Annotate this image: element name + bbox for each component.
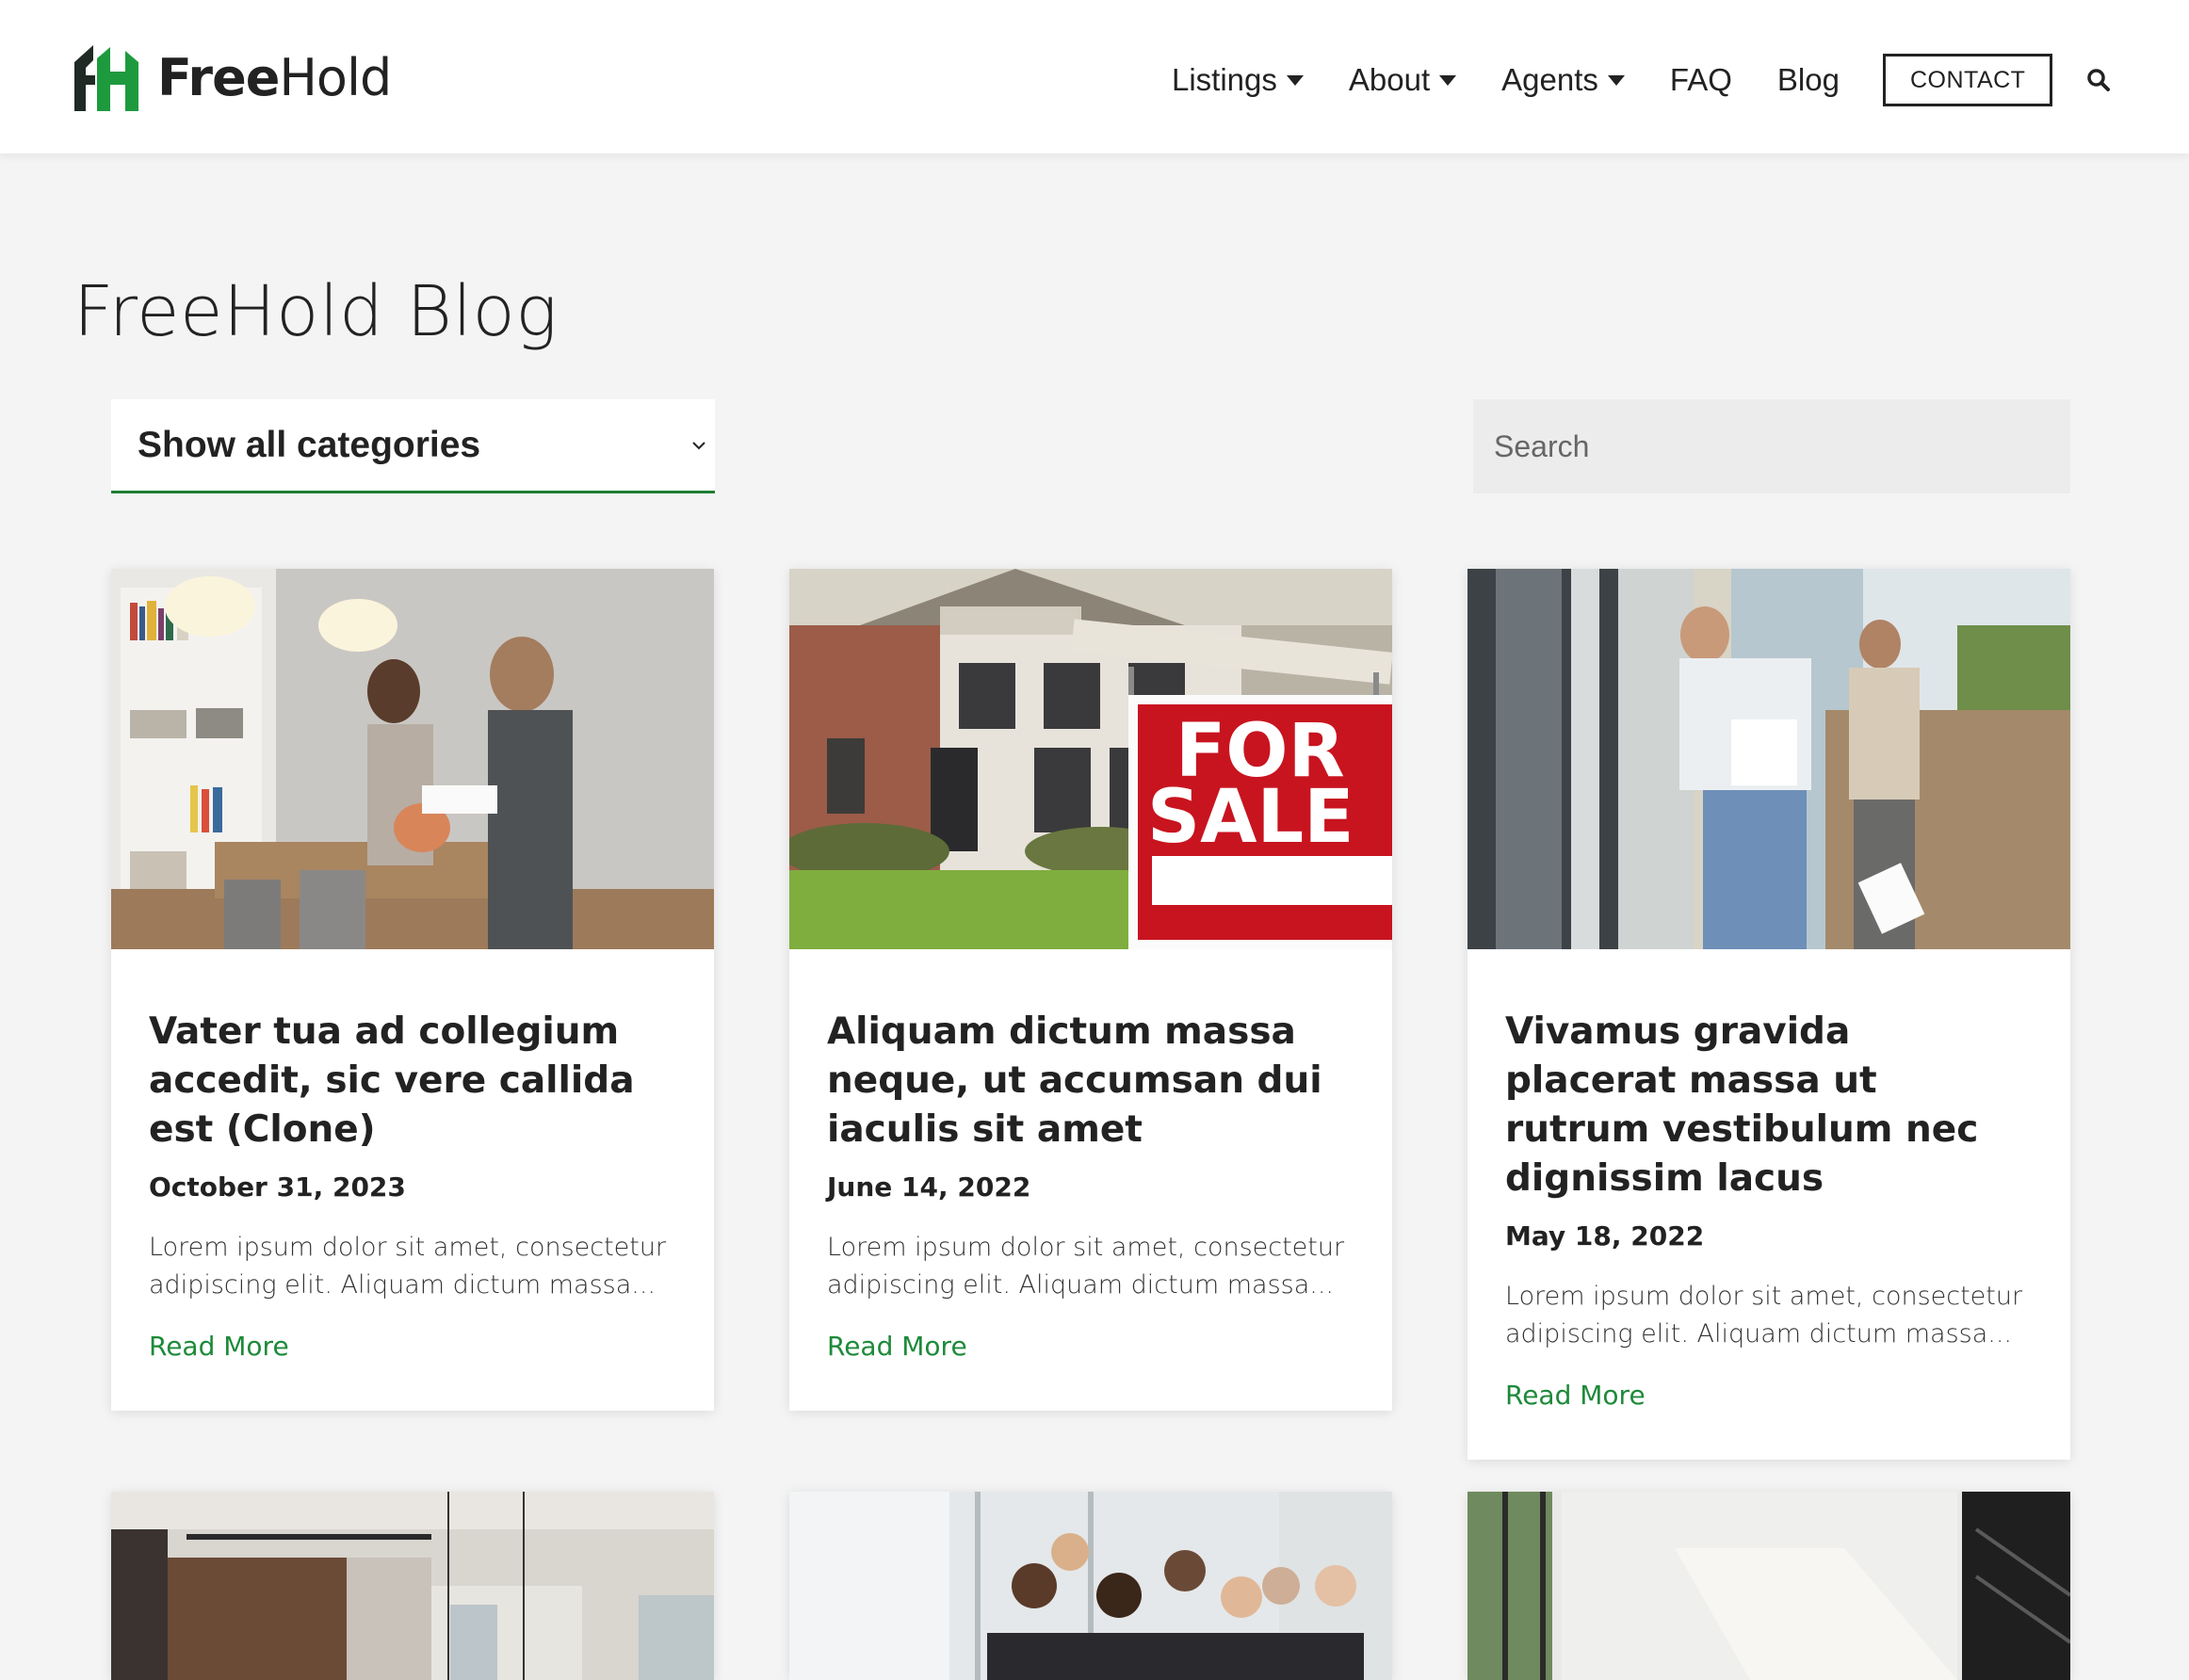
logo[interactable]: FreeHold	[73, 40, 392, 115]
post-date: October 31, 2023	[149, 1171, 406, 1203]
post-excerpt: Lorem ipsum dolor sit amet, consectetur …	[1505, 1282, 2023, 1349]
header-search-button[interactable]	[2084, 66, 2113, 94]
read-more-link[interactable]: Read More	[149, 1331, 289, 1362]
post-date: May 18, 2022	[1505, 1220, 1705, 1252]
read-more-link[interactable]: Read More	[1505, 1380, 1646, 1411]
nav-item-label: About	[1348, 62, 1431, 97]
team-group-image	[789, 1492, 1392, 1680]
card-body: Vater tua ad collegium accedit, sic vere…	[111, 949, 714, 1411]
blog-card: FOR SALE Aliquam dictum massa neque, ut …	[789, 569, 1392, 1411]
agent-with-client-photo[interactable]	[111, 569, 714, 949]
modern-dining-room-image	[111, 1492, 714, 1680]
nav-item-about[interactable]: About	[1348, 62, 1457, 98]
search-icon	[2087, 69, 2111, 91]
modern-dining-room-photo[interactable]	[111, 1492, 714, 1680]
caret-down-icon	[1607, 74, 1625, 86]
blog-card	[111, 1492, 714, 1680]
post-title[interactable]: Vater tua ad collegium accedit, sic vere…	[149, 1008, 676, 1155]
contact-button[interactable]: CONTACT	[1882, 54, 2053, 106]
post-title[interactable]: Aliquam dictum massa neque, ut accumsan …	[827, 1008, 1354, 1155]
agent-with-client-image	[111, 569, 714, 949]
blog-card	[789, 1492, 1392, 1680]
post-title[interactable]: Vivamus gravida placerat massa ut rutrum…	[1505, 1008, 2033, 1203]
team-group-photo[interactable]	[789, 1492, 1392, 1680]
for-sale-sign-image: FOR SALE	[789, 569, 1392, 949]
nav-item-blog[interactable]: Blog	[1777, 62, 1840, 98]
card-body: Aliquam dictum massa neque, ut accumsan …	[789, 949, 1392, 1411]
site-header: FreeHold Listings About Agents FAQ Blog …	[0, 0, 2189, 153]
logo-mark-icon	[74, 45, 138, 111]
nav-item-faq[interactable]: FAQ	[1670, 62, 1732, 98]
nav-item-listings[interactable]: Listings	[1172, 62, 1304, 98]
nav-item-label: Listings	[1172, 62, 1277, 97]
post-excerpt: Lorem ipsum dolor sit amet, consectetur …	[827, 1233, 1345, 1300]
blog-card	[1467, 1492, 2070, 1680]
blog-card: Vivamus gravida placerat massa ut rutrum…	[1467, 569, 2070, 1460]
blog-card: Vater tua ad collegium accedit, sic vere…	[111, 569, 714, 1411]
home-inspection-photo[interactable]	[1467, 569, 2070, 949]
logo-text-free: Free	[157, 47, 280, 107]
home-inspection-image	[1467, 569, 2070, 949]
nav-item-label: Agents	[1501, 62, 1598, 97]
chevron-down-icon	[692, 442, 705, 450]
blog-search-input[interactable]	[1473, 399, 2070, 493]
nav-item-label: FAQ	[1669, 62, 1732, 97]
bright-interior-image	[1467, 1492, 2070, 1680]
category-select-value: Show all categories	[138, 424, 481, 465]
post-date: June 14, 2022	[827, 1171, 1031, 1203]
post-excerpt: Lorem ipsum dolor sit amet, consectetur …	[149, 1233, 667, 1300]
bright-interior-photo[interactable]	[1467, 1492, 2070, 1680]
nav-item-agents[interactable]: Agents	[1501, 62, 1625, 98]
sign-text-sale: SALE	[1147, 775, 1354, 860]
nav-item-label: Blog	[1776, 62, 1840, 97]
for-sale-sign-photo[interactable]: FOR SALE	[789, 569, 1392, 949]
caret-down-icon	[1286, 74, 1304, 86]
read-more-link[interactable]: Read More	[827, 1331, 967, 1362]
page-title: FreeHold Blog	[73, 271, 559, 352]
main-nav: Listings About Agents FAQ Blog CONTACT	[1172, 53, 2113, 107]
card-body: Vivamus gravida placerat massa ut rutrum…	[1467, 949, 2070, 1460]
logo-text-hold: Hold	[279, 47, 392, 107]
logo-text: FreeHold	[157, 47, 392, 107]
category-select[interactable]: Show all categories	[111, 399, 715, 493]
caret-down-icon	[1439, 74, 1457, 86]
